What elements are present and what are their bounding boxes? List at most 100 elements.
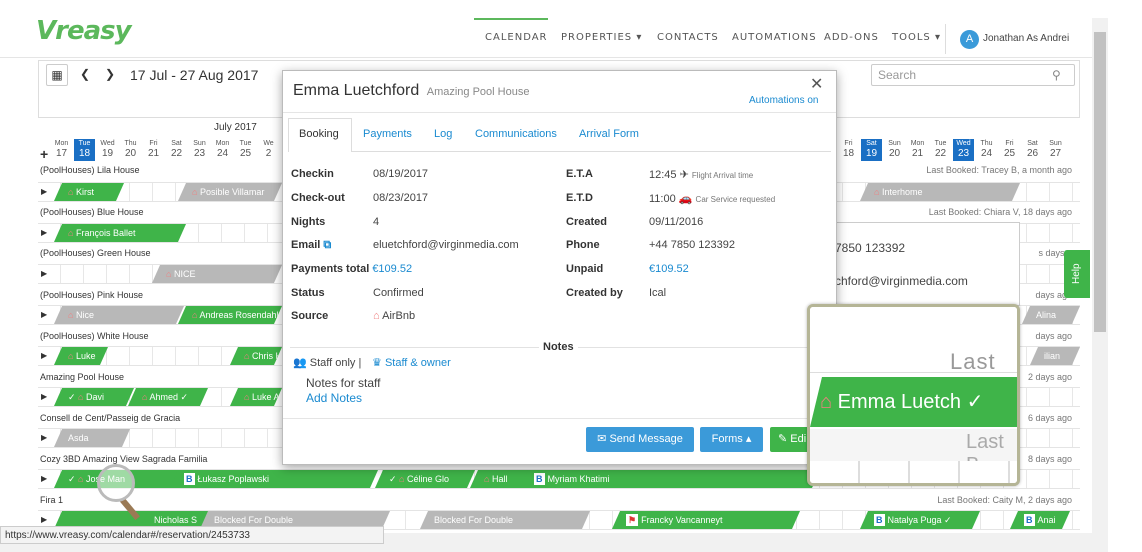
day-header[interactable]: Sat 26 xyxy=(1022,139,1043,161)
nav-addons[interactable]: ADD-ONS xyxy=(824,32,879,43)
tab-log[interactable]: Log xyxy=(434,128,452,140)
booking-bar[interactable]: B Anai xyxy=(1010,511,1070,529)
scrollbar-thumb[interactable] xyxy=(1094,32,1106,332)
calendar-icon[interactable]: ▦ xyxy=(46,64,68,86)
tab-booking[interactable]: Booking xyxy=(299,128,339,140)
search-input[interactable]: Search xyxy=(871,64,1075,86)
modal-title: Emma Luetchford Amazing Pool House xyxy=(293,82,530,99)
booking-bar[interactable]: Asda xyxy=(54,429,130,447)
avatar[interactable]: A xyxy=(960,30,979,49)
day-header[interactable]: We 2 xyxy=(258,139,279,161)
next-arrow-icon[interactable]: ❯ xyxy=(99,64,121,86)
expand-icon[interactable]: ▶ xyxy=(41,433,47,442)
booking-bar[interactable]: ⌂ Andreas Rosendahl xyxy=(178,306,282,324)
day-header[interactable]: Tue 25 xyxy=(235,139,256,161)
day-header[interactable]: Tue 22 xyxy=(930,139,951,161)
nav-tools[interactable]: TOOLS ▾ xyxy=(892,32,941,43)
tab-payments[interactable]: Payments xyxy=(363,128,412,140)
day-header[interactable]: Wed 19 xyxy=(97,139,118,161)
close-icon[interactable]: ✕ xyxy=(810,74,823,94)
booking-bar[interactable]: ⌂ Kirst xyxy=(54,183,124,201)
unpaid-value[interactable]: €109.52 xyxy=(649,263,689,275)
nav-contacts[interactable]: CONTACTS xyxy=(657,32,719,43)
day-header[interactable]: Mon 24 xyxy=(212,139,233,161)
day-header[interactable]: Mon 17 xyxy=(51,139,72,161)
send-message-button[interactable]: ✉ Send Message xyxy=(586,427,694,452)
help-tab[interactable]: Help xyxy=(1064,250,1090,298)
day-header[interactable]: Mon 21 xyxy=(907,139,928,161)
user-name[interactable]: Jonathan As Andrei xyxy=(983,33,1069,44)
booking-bar[interactable]: ⌂ Hall xyxy=(470,470,530,488)
booking-bar[interactable]: ⌂ NICE xyxy=(152,265,282,283)
property-name[interactable]: (PoolHouses) Pink House xyxy=(40,290,143,300)
last-booked: Last Booked: Tracey B, a month ago xyxy=(926,165,1072,175)
day-header[interactable]: Sat 19 xyxy=(861,139,882,161)
booking-bar[interactable]: Alina xyxy=(1022,306,1080,324)
nav-calendar[interactable]: CALENDAR xyxy=(485,32,548,43)
booking-bar[interactable]: ⌂ Luke As xyxy=(230,388,282,406)
booking-bar[interactable]: ⌂ François Ballet xyxy=(54,224,186,242)
property-name[interactable]: Amazing Pool House xyxy=(40,372,124,382)
tab-communications[interactable]: Communications xyxy=(475,128,557,140)
property-name[interactable]: (PoolHouses) Green House xyxy=(40,248,151,258)
property-name[interactable]: Consell de Cent/Passeig de Gracia xyxy=(40,413,180,423)
expand-icon[interactable]: ▶ xyxy=(41,392,47,401)
contact-panel xyxy=(822,222,1020,306)
booking-bar[interactable]: B Natalya Puga ✓ xyxy=(860,511,980,529)
booking-bar[interactable]: Blocked For Double xyxy=(420,511,590,529)
expand-icon[interactable]: ▶ xyxy=(41,351,47,360)
booking-bar[interactable]: ⌂ Interhome xyxy=(860,183,1020,201)
booking-bar[interactable]: B Łukasz Poplawski xyxy=(170,470,378,488)
status-label: Status xyxy=(291,287,325,299)
booking-bar[interactable]: ✓ ⌂ Céline Glo xyxy=(375,470,475,488)
add-notes-link[interactable]: Add Notes xyxy=(306,391,362,405)
day-header[interactable]: Sun 20 xyxy=(884,139,905,161)
tab-arrival-form[interactable]: Arrival Form xyxy=(579,128,639,140)
booking-bar[interactable]: ⌂ Posible Villamar xyxy=(178,183,282,201)
vreasy-logo[interactable]: Vreasy xyxy=(36,16,132,46)
add-icon[interactable]: + xyxy=(40,146,48,162)
search-icon[interactable]: ⚲ xyxy=(1052,68,1061,82)
booking-bar[interactable]: ⌂ Chris H xyxy=(230,347,282,365)
day-header[interactable]: Fri 21 xyxy=(143,139,164,161)
users-icon: 👥 xyxy=(293,357,307,369)
forms-button[interactable]: Forms ▴ xyxy=(700,427,763,452)
booking-bar[interactable]: ⌂ Ahmed ✓ xyxy=(128,388,208,406)
staff-owner-toggle[interactable]: ♛ Staff & owner xyxy=(372,356,451,369)
nav-properties[interactable]: PROPERTIES ▾ xyxy=(561,32,642,43)
automations-link[interactable]: Automations on xyxy=(749,95,819,106)
day-header[interactable]: Tue 18 xyxy=(74,139,95,161)
property-name[interactable]: (PoolHouses) White House xyxy=(40,331,149,341)
day-header[interactable]: Fri 25 xyxy=(999,139,1020,161)
day-header[interactable]: Thu 24 xyxy=(976,139,997,161)
expand-icon[interactable]: ▶ xyxy=(41,269,47,278)
email-value[interactable]: eluetchford@virginmedia.com xyxy=(373,239,519,251)
expand-icon[interactable]: ▶ xyxy=(41,187,47,196)
booking-bar[interactable]: ⚑ Francky Vancanneyt xyxy=(612,511,800,529)
property-name[interactable]: Cozy 3BD Amazing View Sagrada Familia xyxy=(40,454,207,464)
day-header[interactable]: Fri 18 xyxy=(838,139,859,161)
booking-bar[interactable]: ⌂ Luke xyxy=(54,347,108,365)
staff-only-toggle[interactable]: 👥 Staff only | xyxy=(293,356,361,369)
prev-arrow-icon[interactable]: ❮ xyxy=(74,64,96,86)
booking-bar[interactable]: ✓ ⌂ Davi xyxy=(54,388,134,406)
edit-button[interactable]: ✎ Edi xyxy=(770,427,810,452)
booking-bar[interactable]: B Myriam Khatimi xyxy=(520,470,820,488)
day-header[interactable]: Wed 23 xyxy=(953,139,974,161)
expand-icon[interactable]: ▶ xyxy=(41,310,47,319)
expand-icon[interactable]: ▶ xyxy=(41,515,47,524)
expand-icon[interactable]: ▶ xyxy=(41,228,47,237)
property-name[interactable]: Fira 1 xyxy=(40,495,63,505)
property-name[interactable]: (PoolHouses) Lila House xyxy=(40,165,140,175)
booking-bar[interactable]: ilian xyxy=(1030,347,1080,365)
property-name[interactable]: (PoolHouses) Blue House xyxy=(40,207,144,217)
day-header[interactable]: Thu 20 xyxy=(120,139,141,161)
nav-automations[interactable]: AUTOMATIONS xyxy=(732,32,817,43)
nights-value: 4 xyxy=(373,216,380,228)
expand-icon[interactable]: ▶ xyxy=(41,474,47,483)
day-header[interactable]: Sun 27 xyxy=(1045,139,1066,161)
day-header[interactable]: Sat 22 xyxy=(166,139,187,161)
phone-value[interactable]: +44 7850 123392 xyxy=(649,239,735,251)
booking-bar[interactable]: ⌂ Nice xyxy=(54,306,184,324)
day-header[interactable]: Sun 23 xyxy=(189,139,210,161)
